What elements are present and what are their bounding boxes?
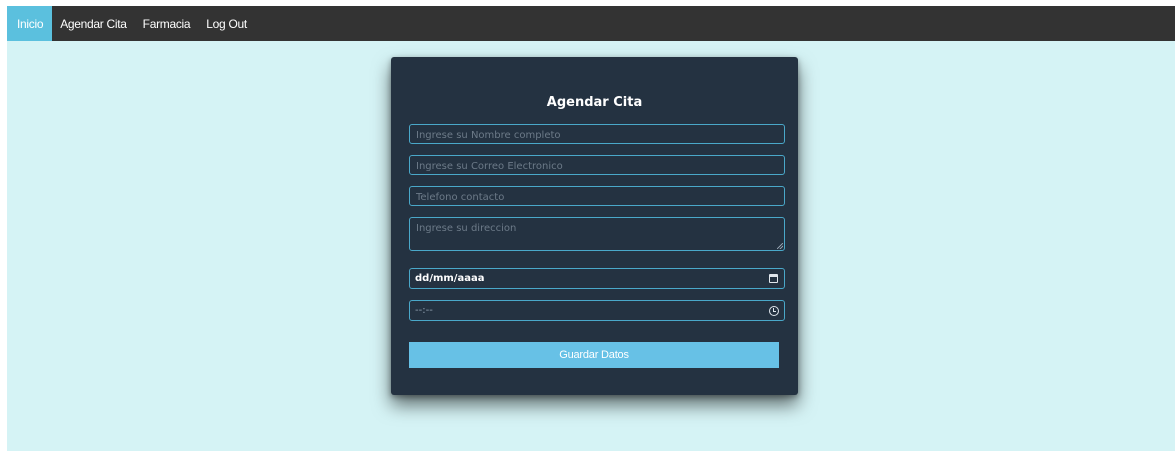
time-value: --:--: [415, 305, 433, 316]
phone-input[interactable]: [410, 188, 784, 207]
email-input[interactable]: [410, 157, 784, 176]
resize-grip-icon[interactable]: [777, 243, 783, 249]
address-textarea[interactable]: [410, 218, 784, 250]
date-input[interactable]: dd/mm/aaaa: [409, 268, 785, 289]
form-title: Agendar Cita: [546, 95, 643, 110]
address-field-wrapper: [409, 217, 785, 251]
full-name-field-wrapper: [409, 124, 785, 145]
email-field-wrapper: [409, 155, 785, 176]
nav-item-farmacia[interactable]: Farmacia: [135, 6, 199, 41]
nav-item-inicio[interactable]: Inicio: [7, 6, 53, 41]
time-input[interactable]: --:--: [409, 300, 785, 321]
full-name-input[interactable]: [410, 126, 784, 145]
clock-icon[interactable]: [769, 306, 779, 316]
top-navbar: Inicio Agendar Cita Farmacia Log Out: [7, 6, 1175, 41]
phone-field-wrapper: [409, 186, 785, 207]
date-value: dd/mm/aaaa: [415, 273, 485, 284]
nav-item-agendar-cita[interactable]: Agendar Cita: [52, 6, 134, 41]
appointment-form-card: Agendar Cita dd/mm/aaaa --:-- Guardar Da…: [391, 57, 798, 395]
save-data-button[interactable]: Guardar Datos: [409, 342, 779, 368]
page-frame: Inicio Agendar Cita Farmacia Log Out Age…: [7, 6, 1175, 451]
nav-item-log-out[interactable]: Log Out: [198, 6, 255, 41]
calendar-icon[interactable]: [769, 274, 778, 283]
